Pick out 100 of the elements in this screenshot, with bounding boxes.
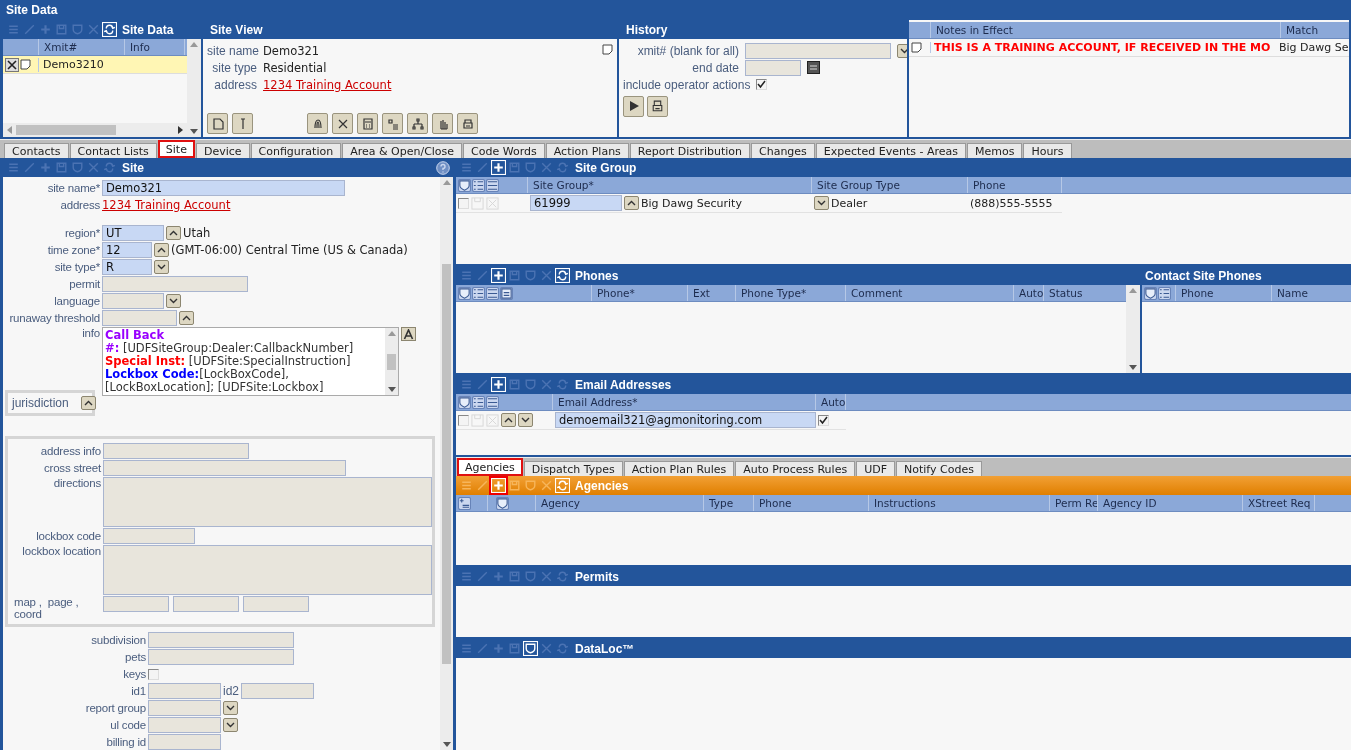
input-field[interactable] — [148, 632, 294, 648]
scrollbar[interactable] — [1126, 285, 1140, 373]
column-header[interactable]: Auto — [816, 394, 846, 410]
date-field[interactable] — [745, 59, 801, 76]
dropdown-button[interactable] — [223, 718, 238, 732]
table-row[interactable]: Demo3210 — [3, 56, 187, 74]
input-field[interactable]: demoemail321@agmonitoring.com — [555, 412, 816, 428]
input-field[interactable] — [103, 460, 346, 477]
dropdown-button[interactable] — [154, 260, 169, 275]
scroll-thumb[interactable] — [442, 263, 451, 664]
column-header[interactable]: Agency ID — [1098, 495, 1243, 511]
move-up-button[interactable] — [501, 413, 516, 427]
checkbox[interactable] — [148, 668, 159, 680]
scroll-up-icon[interactable] — [190, 42, 198, 47]
lookup-button[interactable] — [154, 243, 169, 258]
checkbox[interactable] — [756, 79, 768, 90]
scroll-up-icon[interactable] — [1129, 288, 1137, 293]
input-field[interactable] — [745, 42, 891, 59]
calendar-icon[interactable] — [807, 61, 820, 74]
tab[interactable]: Notify Codes — [896, 461, 982, 476]
print-button[interactable] — [647, 95, 668, 117]
text-area[interactable] — [103, 545, 432, 596]
input-field[interactable] — [103, 596, 169, 613]
checkbox[interactable] — [458, 414, 469, 426]
input-field[interactable] — [243, 596, 309, 613]
floppy-icon[interactable] — [54, 22, 69, 37]
scroll-thumb[interactable] — [387, 353, 396, 370]
lookup-button[interactable] — [624, 196, 639, 210]
scroll-up-icon[interactable] — [442, 180, 451, 185]
input-field[interactable]: 12 — [102, 242, 152, 259]
tab[interactable]: Report Distribution — [629, 143, 750, 158]
tab[interactable]: Dispatch Types — [523, 461, 623, 476]
dropdown-button[interactable] — [814, 196, 829, 210]
checklist-icon[interactable] — [1158, 286, 1171, 300]
lookup-button[interactable] — [179, 311, 194, 326]
shield-icon[interactable] — [1144, 286, 1157, 300]
column-header[interactable]: Info — [125, 39, 185, 55]
pencil-icon[interactable] — [475, 478, 490, 493]
shield-icon[interactable] — [496, 496, 509, 510]
input-field[interactable]: 61999 — [530, 195, 622, 211]
scroll-left-icon[interactable] — [7, 126, 12, 134]
column-header[interactable]: Comment — [846, 285, 1014, 301]
close-icon[interactable] — [539, 569, 554, 584]
plus-icon[interactable] — [491, 377, 506, 392]
column-header[interactable]: Phone — [754, 495, 869, 511]
tab[interactable]: Code Words — [463, 143, 545, 158]
column-header[interactable]: Site Group Type — [812, 177, 968, 193]
input-field[interactable]: UT — [102, 225, 164, 242]
column-header[interactable]: Match — [1281, 22, 1349, 38]
tab[interactable]: UDF — [856, 461, 895, 476]
column-header[interactable]: Phone — [1176, 285, 1272, 301]
tab[interactable]: Action Plan Rules — [623, 461, 735, 476]
help-icon[interactable] — [436, 160, 450, 175]
pencil-icon[interactable] — [475, 641, 490, 656]
floppy-icon[interactable] — [507, 569, 522, 584]
refresh-icon[interactable] — [102, 22, 117, 37]
dropdown-button[interactable] — [223, 701, 238, 715]
scroll-down-icon[interactable] — [1129, 365, 1137, 370]
list-icon[interactable] — [486, 286, 499, 300]
list-icon[interactable] — [486, 178, 499, 192]
list-icon[interactable] — [486, 395, 499, 409]
column-header[interactable]: Name — [1272, 285, 1351, 301]
floppy-icon[interactable] — [54, 160, 69, 175]
lookup-button[interactable] — [166, 226, 181, 241]
tab[interactable]: Action Plans — [545, 143, 629, 158]
close-icon[interactable] — [539, 377, 554, 392]
column-header[interactable]: Notes in Effect — [931, 22, 1281, 38]
font-button[interactable] — [401, 327, 416, 342]
refresh-icon[interactable] — [555, 268, 570, 283]
input-field[interactable]: R — [102, 259, 152, 276]
input-field[interactable] — [102, 293, 164, 310]
scroll-up-icon[interactable] — [387, 331, 396, 337]
column-header[interactable]: XStreet Req — [1243, 495, 1315, 511]
shield-icon[interactable] — [458, 395, 471, 409]
tab[interactable]: Contact Lists — [69, 143, 157, 158]
scroll-thumb[interactable] — [16, 125, 116, 135]
add-row-icon[interactable] — [458, 496, 471, 510]
scroll-down-icon[interactable] — [387, 387, 396, 393]
pin-button[interactable] — [232, 113, 253, 134]
floppy-icon[interactable] — [507, 478, 522, 493]
tab[interactable]: Hours — [1023, 143, 1072, 158]
note-button[interactable] — [207, 113, 228, 134]
checklist-icon[interactable] — [472, 286, 485, 300]
tab[interactable]: Device — [195, 143, 250, 158]
move-down-button[interactable] — [518, 413, 533, 427]
column-header[interactable]: Agency — [536, 495, 704, 511]
pencil-icon[interactable] — [475, 569, 490, 584]
checklist-icon[interactable] — [472, 395, 485, 409]
pencil-icon[interactable] — [22, 22, 37, 37]
dropdown-button[interactable] — [166, 294, 181, 309]
info-text-area[interactable]: Call Back #: [UDFSiteGroup:Dealer:CallbackNumber] Special Inst: [UDFSite:SpecialInstruction] Lockbox Code:[LockBoxCode], [LockBoxLocation]; [UDFSite:Lockbox] — [102, 327, 399, 397]
scroll-down-icon[interactable] — [442, 742, 451, 747]
column-header[interactable]: Site Group* — [528, 177, 812, 193]
scrollbar[interactable] — [187, 39, 201, 137]
table-row[interactable]: THIS IS A TRAINING ACCOUNT, IF RECEIVED IN THE MO Big Dawg Se — [909, 39, 1349, 57]
input-field[interactable] — [148, 649, 294, 665]
checkbox[interactable] — [818, 414, 829, 426]
column-header[interactable]: Type — [704, 495, 754, 511]
input-field[interactable] — [102, 276, 248, 293]
tab[interactable]: Site — [157, 140, 195, 158]
